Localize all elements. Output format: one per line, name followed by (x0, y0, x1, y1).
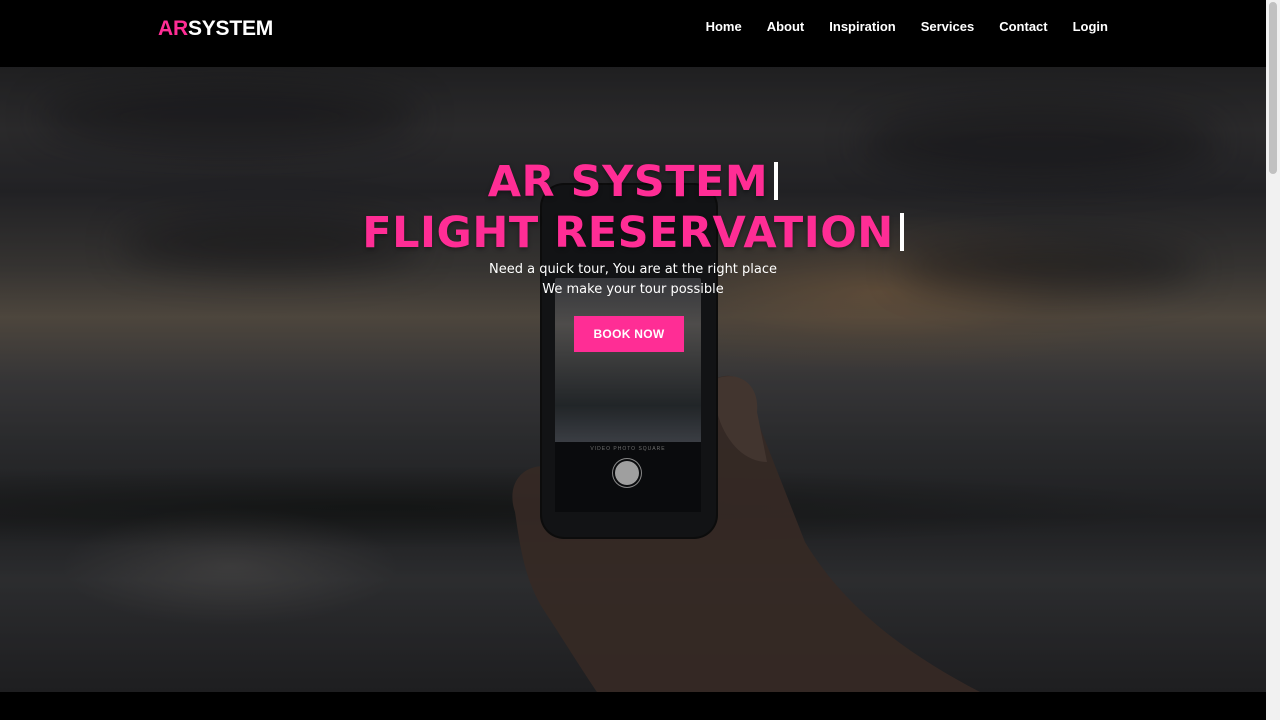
nav-link-services[interactable]: Services (921, 19, 975, 35)
hero-title: AR SYSTEM FLIGHT RESERVATION (0, 157, 1266, 259)
page-scrollbar[interactable] (1266, 0, 1280, 720)
nav-link-home[interactable]: Home (706, 19, 742, 35)
scrollbar-thumb[interactable] (1269, 2, 1277, 174)
hero-subtitle-line-1: Need a quick tour, You are at the right … (488, 262, 778, 277)
page: ARSYSTEM Home About Inspiration Services… (0, 0, 1280, 720)
hero-subtitle-line-2: We make your tour possible (542, 282, 724, 297)
nav-link-contact[interactable]: Contact (999, 19, 1047, 35)
typing-cursor-icon (899, 213, 904, 251)
brand-logo-accent: AR (158, 17, 188, 40)
main-nav: Home About Inspiration Services Contact … (681, 19, 1108, 35)
brand-logo[interactable]: ARSYSTEM (158, 17, 273, 41)
nav-link-login[interactable]: Login (1073, 19, 1108, 35)
next-section-edge (0, 692, 1266, 720)
hero-title-text-1: AR SYSTEM (487, 157, 769, 207)
hero-title-line-2: FLIGHT RESERVATION (0, 208, 1266, 259)
hero-title-text-2: FLIGHT RESERVATION (362, 208, 894, 258)
book-now-button[interactable]: BOOK NOW (574, 316, 684, 352)
nav-link-about[interactable]: About (767, 19, 805, 35)
nav-link-inspiration[interactable]: Inspiration (829, 19, 895, 35)
hero-section: VIDEO PHOTO SQUARE AR SYSTEM FLIGHT RESE… (0, 67, 1266, 692)
typing-cursor-icon (774, 162, 779, 200)
hero-subtitle: Need a quick tour, You are at the right … (0, 260, 1266, 300)
hero-title-line-1: AR SYSTEM (0, 157, 1266, 208)
navbar: ARSYSTEM Home About Inspiration Services… (0, 0, 1266, 67)
brand-logo-text: SYSTEM (187, 17, 274, 40)
